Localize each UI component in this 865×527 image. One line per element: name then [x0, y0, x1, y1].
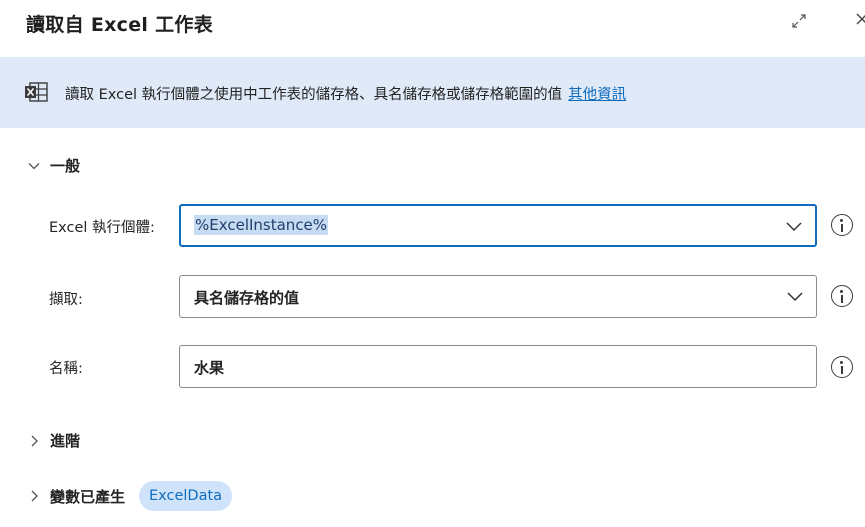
- name-info-icon[interactable]: [831, 356, 853, 378]
- section-variables-label: 變數已產生: [50, 487, 126, 506]
- chevron-down-icon: [28, 162, 40, 169]
- section-advanced-label: 進階: [50, 432, 81, 450]
- banner-message: 讀取 Excel 執行個體之使用中工作表的儲存格、具名儲存格或儲存格範圍的值 其他…: [65, 83, 626, 104]
- name-input[interactable]: 水果: [179, 345, 817, 388]
- excel-instance-value: %ExcelInstance%: [194, 215, 329, 235]
- excel-instance-value-wrap: %ExcelInstance%: [194, 215, 329, 235]
- section-variables-toggle[interactable]: 變數已產生 ExcelData: [28, 481, 233, 511]
- name-label: 名稱:: [49, 361, 83, 377]
- dialog-title: 讀取自 Excel 工作表: [26, 14, 214, 36]
- retrieve-info-icon[interactable]: [831, 285, 853, 307]
- banner-text: 讀取 Excel 執行個體之使用中工作表的儲存格、具名儲存格或儲存格範圍的值: [65, 87, 563, 103]
- excel-instance-info-icon[interactable]: [831, 214, 853, 236]
- chevron-right-icon: [31, 435, 38, 446]
- retrieve-label: 擷取:: [49, 292, 83, 308]
- excel-instance-dropdown[interactable]: %ExcelInstance%: [179, 204, 817, 247]
- close-icon[interactable]: [855, 10, 865, 30]
- chevron-right-icon: [31, 490, 38, 502]
- chevron-down-icon: [786, 222, 802, 232]
- expand-icon[interactable]: [790, 12, 808, 30]
- section-advanced-toggle[interactable]: 進階: [28, 430, 80, 451]
- name-value: 水果: [194, 359, 225, 377]
- info-banner: 讀取 Excel 執行個體之使用中工作表的儲存格、具名儲存格或儲存格範圍的值 其他…: [0, 57, 865, 128]
- retrieve-value: 具名儲存格的值: [194, 289, 300, 307]
- section-general-toggle[interactable]: 一般: [28, 155, 80, 176]
- retrieve-dropdown[interactable]: 具名儲存格的值: [179, 275, 817, 318]
- excel-sheet-icon: [25, 82, 48, 102]
- section-general-label: 一般: [50, 157, 81, 175]
- excel-instance-label: Excel 執行個體:: [49, 220, 155, 236]
- variable-chip[interactable]: ExcelData: [139, 481, 233, 511]
- more-info-link[interactable]: 其他資訊: [568, 87, 626, 103]
- chevron-down-icon: [787, 292, 803, 302]
